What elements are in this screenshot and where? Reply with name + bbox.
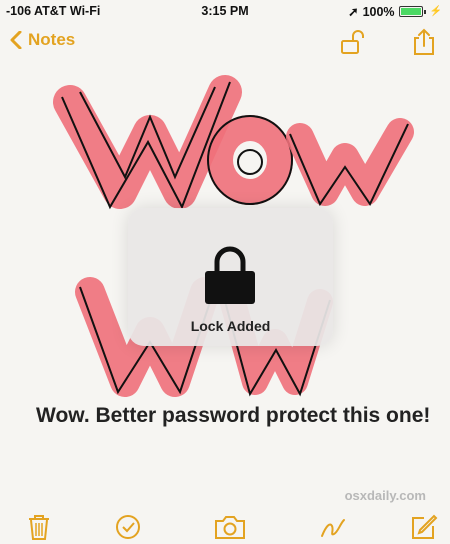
status-right: ➚ 100% ⚡ xyxy=(348,4,442,20)
back-button[interactable]: Notes xyxy=(10,30,75,50)
lock-added-hud: Lock Added xyxy=(128,208,333,346)
watermark: osxdaily.com xyxy=(344,488,426,503)
sketch-icon[interactable] xyxy=(318,512,348,542)
compose-icon[interactable] xyxy=(408,512,438,542)
charging-icon: ⚡ xyxy=(429,6,442,17)
unlocked-padlock-icon[interactable] xyxy=(338,28,366,56)
chevron-left-icon xyxy=(10,31,22,49)
location-icon: ➚ xyxy=(348,5,359,19)
hud-label: Lock Added xyxy=(190,318,271,334)
battery-cap xyxy=(423,9,426,14)
share-icon[interactable] xyxy=(410,28,438,56)
locked-padlock-icon xyxy=(205,246,255,304)
back-label: Notes xyxy=(28,30,76,49)
camera-icon[interactable] xyxy=(213,512,247,542)
sketch-word-top xyxy=(53,75,414,210)
status-bar: -106 AT&T Wi-Fi 3:15 PM ➚ 100% ⚡ xyxy=(0,0,450,22)
bottom-toolbar xyxy=(0,510,450,544)
trash-icon[interactable] xyxy=(24,512,54,542)
checklist-icon[interactable] xyxy=(113,512,143,542)
battery-level xyxy=(400,8,421,15)
nav-bar: Notes xyxy=(0,22,450,62)
note-body-text[interactable]: Wow. Better password protect this one! xyxy=(36,402,436,430)
battery-percent: 100% xyxy=(362,4,395,19)
battery-icon xyxy=(398,6,423,17)
